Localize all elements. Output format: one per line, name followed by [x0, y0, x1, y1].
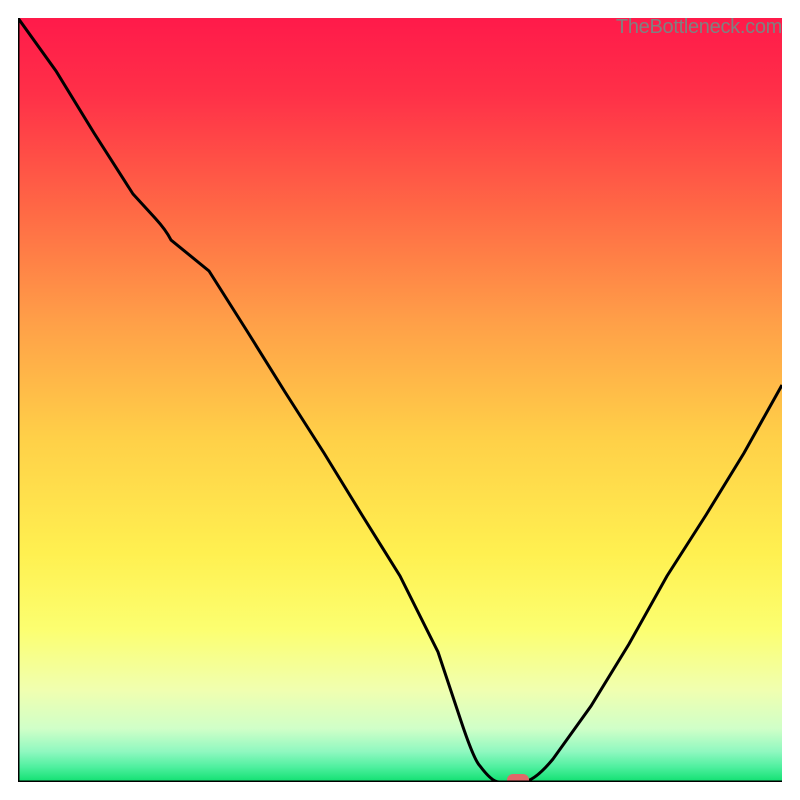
plot-area: TheBottleneck.com [18, 18, 782, 782]
watermark-text: TheBottleneck.com [616, 16, 782, 39]
gradient-background [18, 18, 782, 782]
chart-container: TheBottleneck.com [0, 0, 800, 800]
chart-svg [18, 18, 782, 782]
